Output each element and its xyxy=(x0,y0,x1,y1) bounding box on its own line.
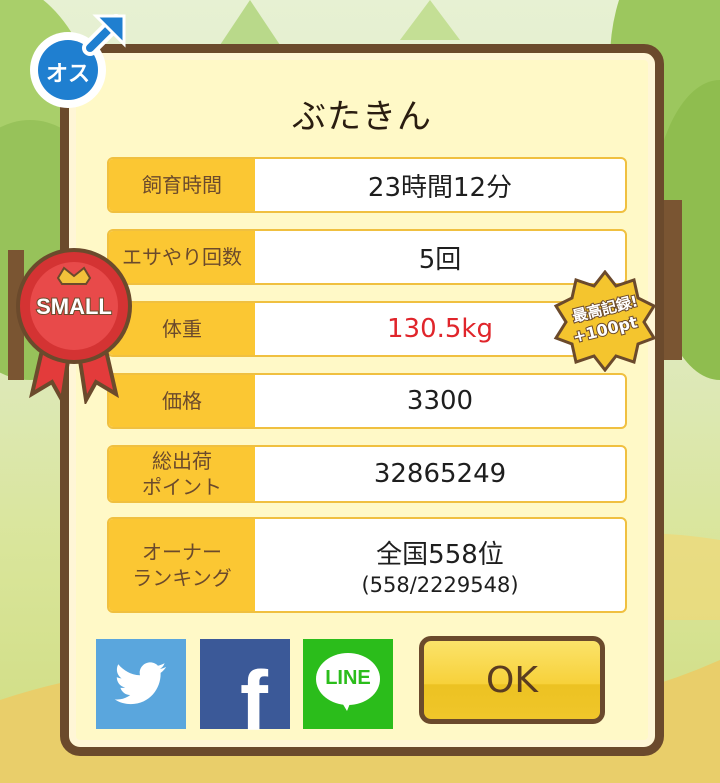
stat-row-price: 価格 3300 xyxy=(107,373,627,429)
stat-row-feed-count: エサやり回数 5回 xyxy=(107,229,627,285)
stat-label: 総出荷 ポイント xyxy=(109,447,255,501)
line-label: LINE xyxy=(325,667,371,689)
twitter-bird-icon xyxy=(114,662,166,705)
stat-row-shipping-points: 総出荷 ポイント 32865249 xyxy=(107,445,627,503)
stat-value: 3300 xyxy=(406,386,474,416)
facebook-icon: f xyxy=(240,654,268,748)
stat-row-weight: 体重 130.5kg xyxy=(107,301,627,357)
stat-row-raising-time: 飼育時間 23時間12分 xyxy=(107,157,627,213)
ranking-detail: (558/2229548) xyxy=(361,572,519,597)
gender-label: オス xyxy=(45,62,90,87)
stat-value: 32865249 xyxy=(373,459,507,489)
ok-label: OK xyxy=(486,659,538,701)
stat-label: オーナー ランキング xyxy=(109,519,255,611)
twitter-share-button[interactable] xyxy=(96,639,186,729)
facebook-share-button[interactable]: f xyxy=(200,639,290,748)
stat-value: 全国558位 (558/2229548) xyxy=(255,519,625,611)
male-gender-badge: オス xyxy=(24,14,128,114)
pig-name-title: ぶたきん xyxy=(292,97,432,137)
ok-button[interactable]: OK xyxy=(419,636,605,724)
ribbon-icon xyxy=(16,248,132,407)
small-size-ribbon: SMALL xyxy=(12,244,136,407)
line-share-button[interactable]: LINE xyxy=(303,639,393,729)
size-badge-label: SMALL xyxy=(35,293,113,320)
stat-label: 飼育時間 xyxy=(109,159,255,211)
stat-row-owner-ranking: オーナー ランキング 全国558位 (558/2229548) xyxy=(107,517,627,613)
stat-value: 23時間12分 xyxy=(367,172,513,203)
pig-result-card: ぶたきん 飼育時間 23時間12分 エサやり回数 5回 体重 130.5kg 価… xyxy=(60,44,664,756)
new-record-badge: 最高記録! +100pt xyxy=(552,269,658,373)
ranking-text: 全国558位 xyxy=(376,539,504,570)
